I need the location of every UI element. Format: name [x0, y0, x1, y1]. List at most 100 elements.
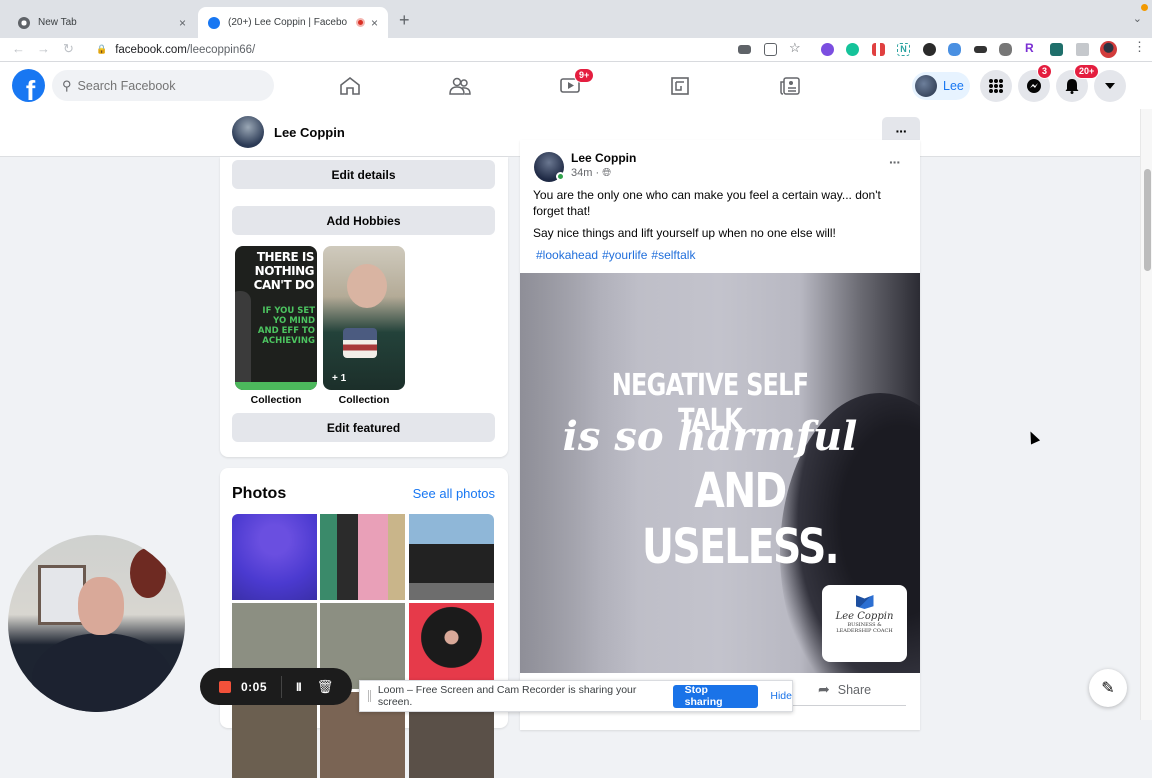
see-all-photos-link[interactable]: See all photos: [413, 486, 495, 501]
browser-toolbar: ← → ↻ 🔒 facebook.com/leecoppin66/ ☆ N R …: [0, 38, 1152, 62]
divider: [281, 675, 283, 698]
share-button[interactable]: ➦ Share: [818, 681, 871, 698]
close-tab-icon[interactable]: ×: [179, 16, 186, 30]
post-options-button[interactable]: ···: [889, 154, 901, 170]
avatar[interactable]: [232, 116, 264, 148]
search-input[interactable]: [77, 78, 248, 93]
puzzle-icon[interactable]: [1076, 43, 1089, 56]
extension-icon[interactable]: [821, 43, 834, 56]
tab-search-chevron-icon[interactable]: ⌄: [1133, 12, 1142, 25]
featured-collection[interactable]: + 1: [323, 246, 405, 390]
facebook-top-nav: f ⚲ 9+ Lee 3 20+: [0, 62, 1152, 109]
image-quote-line: is so harmful: [562, 413, 858, 460]
search-box[interactable]: ⚲: [52, 70, 274, 101]
new-message-button[interactable]: ✎: [1089, 669, 1127, 707]
address-bar[interactable]: 🔒 facebook.com/leecoppin66/: [88, 39, 808, 60]
recording-indicator-icon: [355, 18, 365, 27]
grammarly-icon[interactable]: [846, 43, 859, 56]
profile-name[interactable]: Lee Coppin: [274, 125, 345, 140]
profile-shortcut[interactable]: Lee: [912, 72, 970, 100]
photo-thumbnail[interactable]: [232, 514, 317, 600]
extension-icon[interactable]: [948, 43, 961, 56]
brand-subtitle: LEADERSHIP COACH: [836, 628, 893, 634]
extension-icon[interactable]: [974, 46, 987, 53]
photo-thumbnail[interactable]: [409, 603, 494, 689]
profile-shortcut-name: Lee: [943, 79, 964, 93]
hashtag-link[interactable]: #selftalk: [651, 248, 695, 262]
facebook-logo[interactable]: f: [12, 69, 45, 102]
edit-featured-button[interactable]: Edit featured: [232, 413, 495, 442]
post-author[interactable]: Lee Coppin: [571, 151, 636, 165]
online-status-icon: [556, 172, 565, 181]
stop-recording-button[interactable]: [219, 680, 231, 693]
post-hashtags: #lookahead #yourlife #selftalk: [536, 248, 699, 262]
hashtag-link[interactable]: #lookahead: [536, 248, 598, 262]
trash-icon[interactable]: 🗑︎: [317, 679, 334, 695]
marketplace-icon: [671, 76, 689, 95]
extension-icon[interactable]: [1050, 43, 1063, 56]
brand-logo-card: Lee Coppin BUSINESS & LEADERSHIP COACH: [822, 585, 907, 662]
facebook-favicon: [208, 16, 220, 29]
drag-handle-icon[interactable]: [368, 690, 372, 702]
forward-icon[interactable]: →: [37, 41, 50, 56]
photo-thumbnail[interactable]: [409, 514, 494, 600]
kebab-menu-icon[interactable]: ⋮: [1133, 39, 1146, 55]
add-hobbies-button[interactable]: Add Hobbies: [232, 206, 495, 235]
post-image[interactable]: NEGATIVE SELF TALK is so harmful AND USE…: [520, 273, 920, 673]
close-tab-icon[interactable]: ×: [371, 16, 378, 30]
share-arrow-icon: ➦: [818, 681, 830, 697]
browser-tab-bar: New Tab × (20+) Lee Coppin | Facebo × + …: [0, 0, 1152, 38]
star-icon[interactable]: ☆: [789, 40, 801, 56]
person-image: [235, 291, 251, 386]
edit-details-button[interactable]: Edit details: [232, 160, 495, 189]
page-scrollbar[interactable]: [1140, 109, 1152, 720]
extension-icon[interactable]: [872, 43, 885, 56]
intro-card: Edit details Add Hobbies THERE IS NOTHIN…: [220, 157, 508, 457]
hashtag-link[interactable]: #yourlife: [602, 248, 647, 262]
featured-collection[interactable]: THERE IS NOTHING CAN'T DO IF YOU SET YO …: [235, 246, 317, 390]
reload-icon[interactable]: ↻: [63, 41, 74, 57]
nav-marketplace[interactable]: [650, 62, 710, 109]
pause-button[interactable]: II: [296, 680, 302, 694]
tab-new-tab[interactable]: New Tab ×: [8, 7, 196, 38]
nav-news[interactable]: [760, 62, 820, 109]
new-tab-button[interactable]: +: [399, 10, 410, 31]
nav-friends[interactable]: [430, 62, 490, 109]
extension-icon[interactable]: [999, 43, 1012, 56]
watch-badge: 9+: [574, 68, 595, 83]
url-domain: facebook.com: [115, 43, 187, 56]
nav-home[interactable]: [320, 62, 380, 109]
share-icon[interactable]: [764, 43, 777, 56]
tab-label: (20+) Lee Coppin | Facebo: [228, 17, 348, 28]
extension-r-icon[interactable]: R: [1025, 41, 1034, 55]
post-time[interactable]: 34m: [571, 167, 592, 179]
back-icon[interactable]: ←: [12, 41, 25, 56]
hide-button[interactable]: Hide: [770, 690, 792, 702]
notifications-button[interactable]: 20+: [1056, 64, 1100, 102]
news-icon: [780, 76, 800, 95]
account-button[interactable]: [1094, 70, 1126, 102]
mug-image: [343, 328, 377, 358]
camera-icon[interactable]: [738, 45, 751, 54]
search-icon: ⚲: [62, 77, 72, 93]
recording-timer: 0:05: [241, 679, 268, 694]
home-icon: [340, 76, 360, 95]
featured-label: Collection: [338, 394, 390, 406]
messenger-button[interactable]: 3: [1018, 64, 1053, 102]
extension-icon[interactable]: [923, 43, 936, 56]
tab-label: New Tab: [38, 17, 77, 28]
loom-camera-bubble[interactable]: [8, 535, 185, 712]
stop-sharing-button[interactable]: Stop sharing: [672, 684, 759, 708]
photo-thumbnail[interactable]: [320, 514, 405, 600]
presenter-head: [78, 577, 124, 635]
scrollbar-thumb[interactable]: [1144, 169, 1151, 271]
menu-button[interactable]: [980, 70, 1012, 102]
person-face: [347, 264, 387, 308]
post-meta: 34m · 🌐︎: [571, 167, 611, 179]
profile-avatar[interactable]: [1100, 41, 1117, 58]
wall-decoration: [130, 548, 166, 598]
nav-watch[interactable]: 9+: [540, 62, 600, 109]
tab-facebook[interactable]: (20+) Lee Coppin | Facebo ×: [198, 7, 388, 38]
notion-icon[interactable]: N: [897, 43, 910, 56]
compose-icon: ✎: [1101, 680, 1115, 697]
